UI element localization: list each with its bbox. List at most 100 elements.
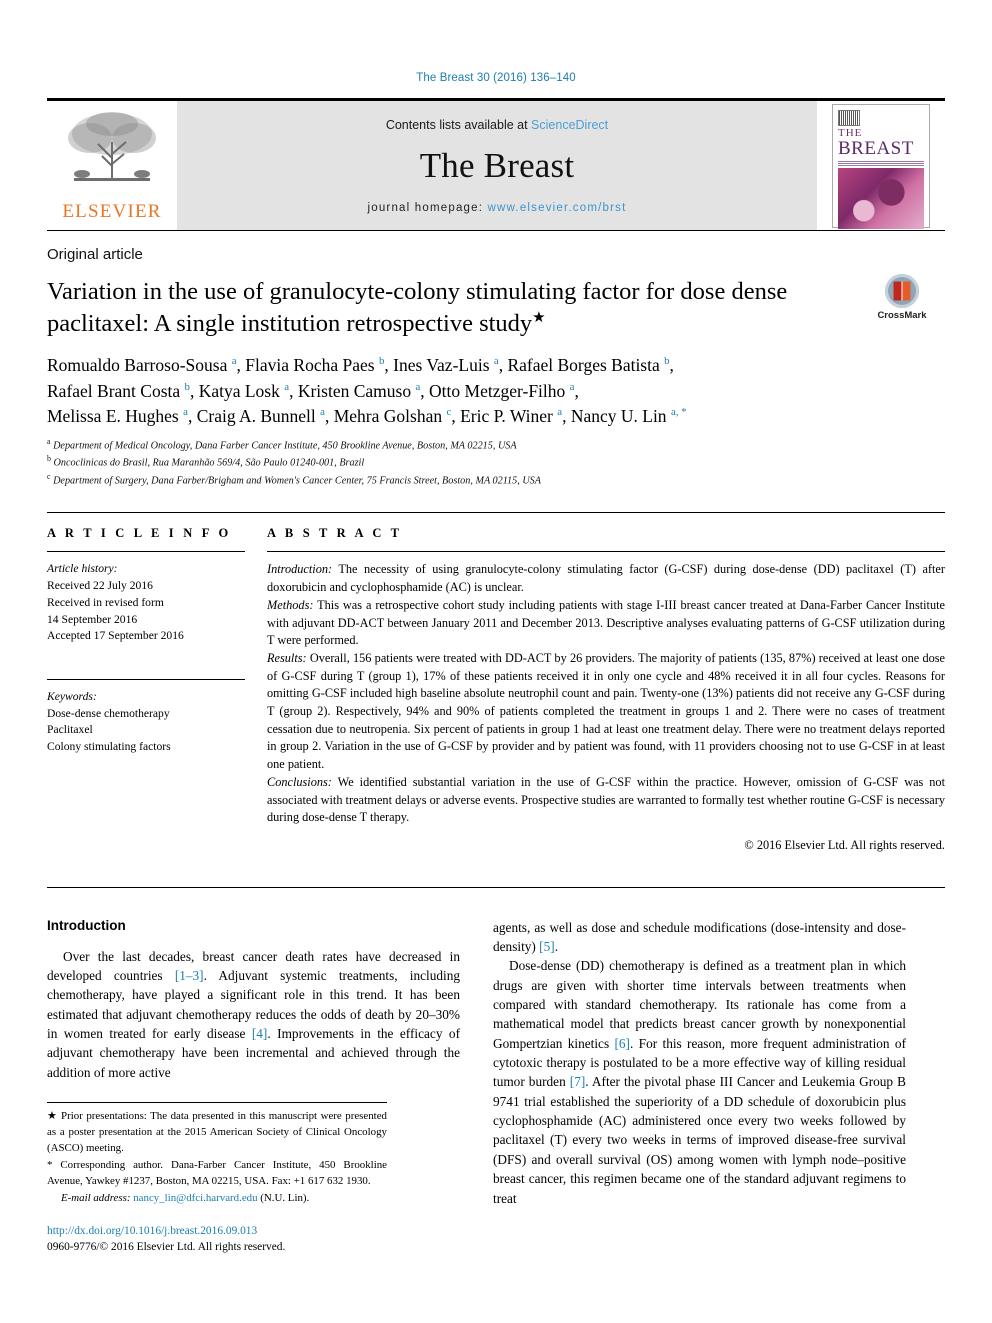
masthead-center: Contents lists available at ScienceDirec… — [177, 101, 817, 230]
introduction-text-right: agents, as well as dose and schedule mod… — [493, 918, 906, 1208]
affiliation-item: c Department of Surgery, Dana Farber/Bri… — [47, 471, 945, 488]
cover-artwork — [838, 167, 924, 229]
citation-ref[interactable]: [5] — [539, 939, 555, 954]
title-footnote-marker[interactable]: ★ — [532, 309, 546, 326]
affiliation-list: a Department of Medical Oncology, Dana F… — [47, 436, 945, 488]
affiliation-item: b Oncoclinicas do Brasil, Rua Maranhão 5… — [47, 453, 945, 470]
affil-marker-a[interactable]: a — [232, 355, 237, 367]
journal-article-page: The Breast 30 (2016) 136–140 ELSEVIER Co… — [0, 0, 992, 1323]
abstract-heading: A B S T R A C T — [267, 526, 403, 541]
journal-homepage-link[interactable]: www.elsevier.com/brst — [488, 202, 627, 214]
affil-marker-a[interactable]: a — [415, 381, 420, 393]
journal-title: The Breast — [419, 145, 575, 185]
cover-the-label: THE — [838, 126, 863, 139]
affil-marker-b[interactable]: b — [379, 355, 384, 367]
keywords-block: Keywords: Dose-dense chemotherapy Paclit… — [47, 689, 245, 756]
affil-marker-a[interactable]: a — [284, 381, 289, 393]
doi-link[interactable]: http://dx.doi.org/10.1016/j.breast.2016.… — [47, 1223, 387, 1240]
issn-copyright-line: 0960-9776/© 2016 Elsevier Ltd. All right… — [47, 1241, 286, 1254]
body-column-right: agents, as well as dose and schedule mod… — [493, 918, 906, 1256]
abstract-section-label: Introduction: — [267, 562, 333, 577]
affiliation-text: Oncoclinicas do Brasil, Rua Maranhão 569… — [53, 457, 365, 469]
abstract-body: Introduction: The necessity of using gra… — [267, 561, 945, 854]
footnote-corresponding-author: * Corresponding author. Dana-Farber Canc… — [47, 1158, 387, 1187]
abstract-section-label: Results: — [267, 650, 307, 665]
article-title-text: Variation in the use of granulocyte-colo… — [47, 278, 788, 337]
paragraph: Over the last decades, breast cancer dea… — [47, 948, 461, 1080]
journal-cover-thumbnail: THE BREAST — [817, 101, 945, 230]
author-line-1: Romualdo Barroso-Sousa a, Flavia Rocha P… — [47, 354, 674, 375]
citation-ref[interactable]: [7] — [570, 1074, 586, 1089]
footnotes-block: ★ Prior presentations: The data presente… — [47, 1102, 387, 1256]
history-item: 14 September 2016 — [47, 612, 138, 626]
affil-marker-a-star[interactable]: a, * — [671, 406, 687, 418]
affiliation-item: a Department of Medical Oncology, Dana F… — [47, 436, 945, 453]
crossmark-badge[interactable]: CrossMark — [859, 274, 945, 321]
abstract-section-text: This was a retrospective cohort study in… — [267, 597, 945, 648]
history-item: Received in revised form — [47, 595, 164, 609]
abstract-section-text: We identified substantial variation in t… — [267, 774, 945, 825]
cover-rule — [838, 160, 924, 166]
affil-marker-a[interactable]: a — [320, 406, 325, 418]
article-type: Original article — [47, 246, 143, 263]
introduction-text-left: Over the last decades, breast cancer dea… — [47, 947, 460, 1082]
barcode-icon — [838, 109, 860, 126]
email-suffix: (N.U. Lin). — [257, 1191, 310, 1204]
abstract-section: Methods: This was a retrospective cohort… — [267, 597, 945, 650]
affil-marker-a[interactable]: a — [183, 406, 188, 418]
section-heading-introduction: Introduction — [47, 917, 126, 933]
running-head: The Breast 30 (2016) 136–140 — [416, 72, 576, 84]
journal-masthead: ELSEVIER Contents lists available at Sci… — [47, 98, 945, 231]
abstract-section: Conclusions: We identified substantial v… — [267, 774, 945, 827]
publisher-logo: ELSEVIER — [47, 101, 177, 230]
cover-breast-label: BREAST — [838, 137, 914, 159]
footnote-email-line: E-mail address: nancy_lin@dfci.harvard.e… — [47, 1191, 387, 1207]
affiliation-marker: a — [47, 437, 51, 446]
affiliation-marker: b — [47, 454, 51, 464]
contents-available-line: Contents lists available at ScienceDirec… — [386, 118, 608, 132]
citation-ref[interactable]: [1–3] — [175, 968, 204, 983]
elsevier-wordmark: ELSEVIER — [62, 201, 162, 222]
history-item: Accepted 17 September 2016 — [47, 629, 184, 643]
article-info-heading: A R T I C L E I N F O — [47, 526, 232, 541]
affil-marker-a[interactable]: a — [557, 406, 562, 418]
contents-prefix: Contents lists available at — [385, 117, 532, 132]
journal-homepage-line: journal homepage: www.elsevier.com/brst — [367, 202, 626, 214]
affil-marker-c[interactable]: c — [447, 406, 452, 418]
paragraph: agents, as well as dose and schedule mod… — [493, 919, 906, 955]
keyword-item: Colony stimulating factors — [47, 739, 171, 753]
affil-marker-b[interactable]: b — [185, 381, 190, 393]
crossmark-label: CrossMark — [877, 310, 927, 321]
keyword-item: Dose-dense chemotherapy — [47, 706, 170, 720]
email-label: E-mail address: — [61, 1191, 131, 1204]
info-abstract-section: A R T I C L E I N F O Article history: R… — [47, 512, 945, 854]
sciencedirect-link[interactable]: ScienceDirect — [531, 118, 608, 132]
abstract-section-label: Conclusions: — [267, 774, 332, 789]
article-history-label: Article history: — [47, 562, 118, 576]
divider — [267, 551, 945, 553]
homepage-prefix: journal homepage: — [367, 201, 488, 214]
keyword-item: Paclitaxel — [47, 723, 93, 737]
abstract-section-text: The necessity of using granulocyte-colon… — [267, 562, 945, 595]
author-line-3: Melissa E. Hughes a, Craig A. Bunnell a,… — [47, 406, 687, 427]
author-line-2: Rafael Brant Costa b, Katya Losk a, Kris… — [47, 380, 579, 401]
abstract-section: Results: Overall, 156 patients were trea… — [267, 650, 945, 774]
citation-ref[interactable]: [6] — [614, 1036, 630, 1051]
page-title: Variation in the use of granulocyte-colo… — [47, 276, 807, 340]
paragraph: Dose-dense (DD) chemotherapy is defined … — [493, 958, 906, 1206]
affil-marker-a[interactable]: a — [570, 381, 575, 393]
article-body: Introduction Over the last decades, brea… — [47, 886, 945, 1256]
keywords-label: Keywords: — [47, 689, 97, 703]
abstract-section-text: Overall, 156 patients were treated with … — [267, 650, 945, 772]
divider — [47, 551, 245, 553]
affiliation-text: Department of Surgery, Dana Farber/Brigh… — [53, 475, 542, 487]
article-history: Article history: Received 22 July 2016 R… — [47, 561, 245, 644]
affil-marker-b[interactable]: b — [664, 355, 669, 367]
affil-marker-a[interactable]: a — [494, 355, 499, 367]
footnote-prior-presentations: ★ Prior presentations: The data presente… — [47, 1110, 387, 1154]
affiliation-marker: c — [47, 471, 51, 481]
divider — [47, 678, 245, 680]
citation-ref[interactable]: [4] — [252, 1026, 268, 1041]
email-link[interactable]: nancy_lin@dfci.harvard.edu — [133, 1192, 257, 1204]
